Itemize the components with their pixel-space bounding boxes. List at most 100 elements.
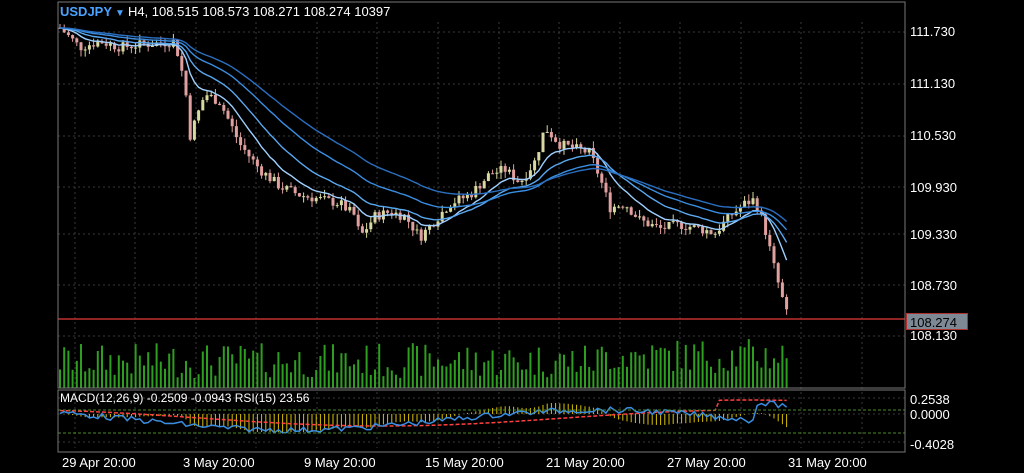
volume-bar <box>260 343 263 388</box>
volume-bar <box>277 352 280 388</box>
volume-bar <box>533 374 536 388</box>
candle-body <box>642 216 646 221</box>
volume-bar <box>269 377 271 388</box>
volume-bar <box>117 355 120 388</box>
candle-body <box>680 222 684 229</box>
candle-body <box>444 211 448 213</box>
volume-bar <box>563 354 565 388</box>
volume-bar <box>588 366 591 388</box>
candle-body <box>411 221 415 231</box>
candle-body <box>209 94 213 96</box>
volume-bar <box>248 358 250 388</box>
volume-bar <box>689 369 691 388</box>
volume-bar <box>185 360 187 388</box>
volume-bar <box>571 351 574 388</box>
price-tick: 111.730 <box>910 24 956 39</box>
volume-bar <box>516 362 519 388</box>
volume-bar <box>777 362 780 388</box>
volume-bar <box>768 368 771 388</box>
date-tick: 31 May 20:00 <box>788 455 867 470</box>
volume-bar <box>319 356 322 388</box>
volume-bar <box>672 370 675 388</box>
volume-bar <box>231 354 234 388</box>
volume-bar <box>567 366 570 388</box>
volume-bar <box>235 363 238 388</box>
timeframe-label: H4, <box>127 4 149 19</box>
volume-bar <box>109 355 112 388</box>
candle-body <box>423 229 427 241</box>
candle-body <box>491 173 495 175</box>
volume-bar <box>764 348 767 388</box>
volume-bar <box>193 377 196 388</box>
candle-body <box>272 176 276 182</box>
volume-bar <box>739 346 742 388</box>
candle-body <box>360 226 364 233</box>
candle-body <box>638 216 642 218</box>
candle-body <box>281 188 285 190</box>
volume-bar <box>197 374 200 388</box>
candle-body <box>772 246 776 264</box>
candle-body <box>318 196 322 199</box>
volume-bar <box>122 360 124 388</box>
volume-bar <box>558 353 561 388</box>
candle-body <box>83 49 87 51</box>
volume-bar <box>621 355 624 388</box>
symbol-name[interactable]: USDJPY <box>60 4 112 19</box>
candle-body <box>104 43 108 46</box>
candle-body <box>121 42 125 52</box>
volume-bar <box>760 367 763 388</box>
volume-bar <box>63 347 66 388</box>
candle-body <box>684 228 688 230</box>
volume-bar <box>663 348 666 388</box>
candle-body <box>167 46 171 48</box>
candle-body <box>339 200 343 206</box>
volume-bar <box>479 375 481 388</box>
candle-body <box>751 198 755 205</box>
candle-body <box>516 180 520 183</box>
candle-body <box>713 233 717 235</box>
volume-bar <box>584 345 586 388</box>
volume-bar <box>462 369 465 388</box>
volume-bar <box>483 362 486 388</box>
candle-body <box>344 200 348 211</box>
candle-body <box>709 230 713 234</box>
price-tick: 108.730 <box>910 278 957 293</box>
volume-bar <box>731 350 733 388</box>
volume-bar <box>554 360 557 388</box>
symbol-header[interactable]: USDJPY ▼ H4, 108.515 108.573 108.271 108.2… <box>60 4 390 19</box>
volume-bar <box>67 350 70 388</box>
volume-bar <box>138 355 141 388</box>
candle-body <box>352 207 356 215</box>
volume-bar <box>697 351 700 388</box>
candle-body <box>134 47 138 49</box>
volume-bar <box>474 352 477 388</box>
candle-body <box>768 234 772 247</box>
candle-body <box>785 297 789 310</box>
volume-bar <box>500 369 502 388</box>
volume-bar <box>428 353 431 388</box>
candle-body <box>180 56 184 71</box>
volume-bar <box>378 343 381 388</box>
candle-body <box>373 212 377 223</box>
candle-body <box>654 224 658 226</box>
candle-body <box>71 35 75 39</box>
volume-bar <box>214 375 217 388</box>
volume-bar <box>218 356 221 388</box>
volume-bar <box>521 369 523 388</box>
volume-bar <box>659 347 662 388</box>
candle-body <box>663 227 667 229</box>
volume-bar <box>382 376 385 388</box>
candle-body <box>570 144 574 148</box>
candle-body <box>285 186 289 190</box>
volume-bar <box>579 366 582 388</box>
candle-body <box>533 160 537 171</box>
candle-body <box>617 206 621 208</box>
main-pane-border <box>57 1 906 389</box>
volume-bar <box>168 353 171 388</box>
candle-body <box>197 110 201 121</box>
moving-average-line <box>59 27 788 243</box>
dropdown-arrow-icon[interactable]: ▼ <box>115 8 125 19</box>
volume-bar <box>143 365 145 388</box>
volume-bar <box>701 341 704 388</box>
volume-bar <box>239 345 242 388</box>
